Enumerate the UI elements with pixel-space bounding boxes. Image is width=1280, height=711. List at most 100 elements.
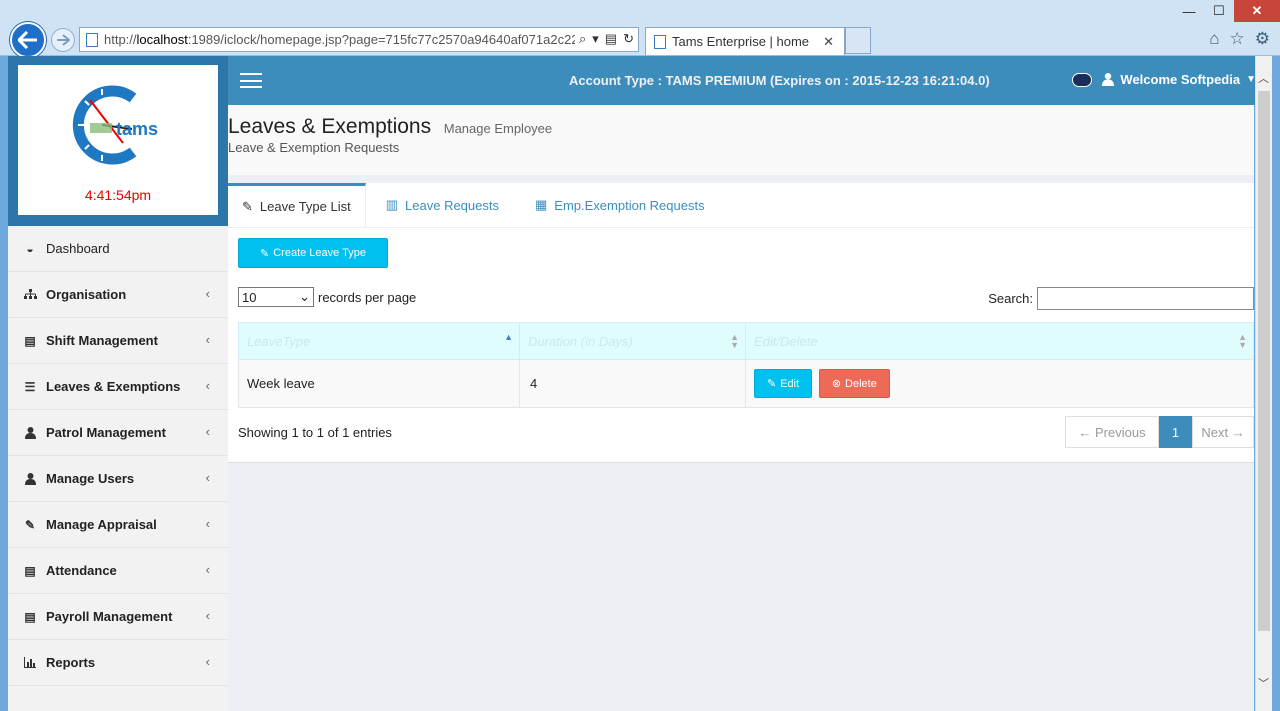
main-content: Leaves & Exemptions Manage Employee Leav…: [228, 105, 1254, 711]
tab-label: Emp.Exemption Requests: [554, 197, 705, 213]
chevron-down-icon[interactable]: ▾: [592, 31, 599, 47]
tab-leave-type-list[interactable]: ✎ Leave Type List: [228, 183, 366, 227]
sidebar: tams 4:41:54pm ◒ Dashboard Organisation …: [8, 56, 228, 711]
account-type: Account Type : TAMS PREMIUM (Expires on …: [569, 73, 990, 88]
delete-label: Delete: [845, 377, 877, 390]
gear-icon[interactable]: ⚙: [1255, 29, 1270, 49]
list-icon: ▤: [24, 563, 36, 578]
forward-button[interactable]: [51, 28, 75, 52]
star-icon[interactable]: ☆: [1230, 29, 1245, 49]
back-button[interactable]: [10, 22, 46, 58]
chevron-left-icon: ‹: [205, 286, 210, 301]
column-header-duration[interactable]: Duration (in Days) ▲ ▼: [519, 322, 746, 360]
page-subtitle: Manage Employee: [443, 121, 553, 136]
tab-emp-exemption-requests[interactable]: ▦ Emp.Exemption Requests: [513, 183, 719, 227]
column-header-leavetype[interactable]: LeaveType ▲: [238, 322, 520, 360]
sidebar-item-manage-appraisal[interactable]: ✎ Manage Appraisal ‹: [8, 502, 228, 548]
logo-text: tams: [116, 119, 158, 139]
address-bar[interactable]: http://localhost:1989/iclock/homepage.js…: [79, 27, 639, 52]
chevron-left-icon: ‹: [205, 424, 210, 439]
top-navbar: Account Type : TAMS PREMIUM (Expires on …: [228, 56, 1274, 105]
next-page-button[interactable]: Next →: [1192, 416, 1254, 448]
leave-type-table: LeaveType ▲ Duration (in Days) ▲ ▼ Edit/Del…: [238, 322, 1254, 408]
page-scrollbar[interactable]: ︿ ﹀: [1255, 56, 1272, 711]
table-header-row: LeaveType ▲ Duration (in Days) ▲ ▼ Edit/Del…: [238, 322, 1254, 360]
page-icon: [86, 32, 98, 47]
pencil-icon: ✎: [260, 247, 270, 260]
menu-toggle-icon[interactable]: [240, 73, 262, 88]
scroll-down-icon[interactable]: ﹀: [1258, 675, 1269, 691]
sidebar-item-label: Attendance: [46, 563, 117, 578]
window-controls: — ☐ ✕: [1174, 0, 1280, 22]
refresh-icon[interactable]: ↻: [623, 31, 634, 47]
pagination: ← Previous 1 Next →: [1065, 416, 1254, 448]
user-icon: [23, 426, 37, 439]
sort-icon: ▲ ▼: [1238, 332, 1247, 350]
list-icon: ▤: [24, 609, 36, 624]
tab-leave-requests[interactable]: ▥ Leave Requests: [366, 183, 513, 227]
bars-icon: ☰: [24, 379, 36, 394]
sidebar-item-attendance[interactable]: ▤ Attendance ‹: [8, 548, 228, 594]
minimize-icon[interactable]: —: [1174, 0, 1204, 22]
column-header-edit-delete[interactable]: Edit/Delete ▲ ▼: [745, 322, 1254, 360]
sidebar-item-reports[interactable]: Reports ‹: [8, 640, 228, 686]
sidebar-item-leaves-exemptions[interactable]: ☰ Leaves & Exemptions ‹: [8, 364, 228, 410]
new-tab-button[interactable]: [845, 27, 871, 54]
browser-icons: ⌂ ☆ ⚙: [1209, 29, 1270, 49]
sidebar-item-dashboard[interactable]: ◒ Dashboard: [8, 226, 228, 272]
delete-button[interactable]: ⊗ Delete: [818, 369, 890, 398]
sidebar-item-label: Payroll Management: [46, 609, 173, 624]
select-value: 10: [242, 289, 257, 305]
chevron-down-icon: ⌄: [299, 289, 310, 304]
records-per-page-label: records per page: [318, 289, 417, 305]
page-1-button[interactable]: 1: [1159, 416, 1192, 448]
sidebar-item-shift-management[interactable]: ▤ Shift Management ‹: [8, 318, 228, 364]
pencil-icon: ✎: [767, 378, 777, 390]
browser-tab[interactable]: Tams Enterprise | home ✕: [645, 27, 845, 55]
welcome-text: Welcome Softpedia: [1120, 72, 1241, 87]
close-icon[interactable]: ✕: [823, 34, 834, 50]
sidebar-item-organisation[interactable]: Organisation ‹: [8, 272, 228, 318]
sitemap-icon: [23, 289, 37, 301]
sidebar-item-label: Manage Users: [46, 471, 135, 486]
create-leave-type-button[interactable]: ✎ Create Leave Type: [238, 238, 388, 268]
search-icon[interactable]: ⌕: [579, 31, 586, 47]
sidebar-item-label: Manage Appraisal: [46, 517, 157, 532]
cell-duration: 4: [519, 359, 746, 408]
page-title: Leaves & Exemptions: [228, 115, 432, 138]
dashboard-icon: ◒: [26, 241, 34, 256]
chevron-left-icon: ‹: [205, 654, 210, 669]
scroll-thumb[interactable]: [1258, 91, 1270, 631]
sidebar-item-payroll-management[interactable]: ▤ Payroll Management ‹: [8, 594, 228, 640]
sidebar-item-label: Reports: [46, 655, 96, 670]
table-row: Week leave 4 ✎ Edit ⊗ Delete: [238, 359, 1254, 408]
clock-time: 4:41:54pm: [84, 187, 152, 203]
search-input[interactable]: [1037, 287, 1254, 310]
previous-page-button[interactable]: ← Previous: [1065, 416, 1159, 448]
sort-asc-icon: ▲: [504, 332, 513, 342]
records-per-page-select[interactable]: 10 ⌄: [238, 287, 314, 307]
url-host: localhost: [136, 32, 188, 47]
logo-panel: tams 4:41:54pm: [8, 56, 228, 226]
tams-logo: tams: [72, 85, 158, 165]
maximize-icon[interactable]: ☐: [1204, 0, 1234, 22]
bar-chart-icon: [23, 657, 37, 669]
chevron-left-icon: ‹: [205, 470, 210, 485]
barcode-icon: ▥: [385, 197, 399, 212]
content-header: Leaves & Exemptions Manage Employee Leav…: [228, 105, 1254, 175]
user-icon: [1102, 73, 1115, 86]
table-info: Showing 1 to 1 of 1 entries: [238, 425, 392, 440]
compat-icon[interactable]: ▤: [605, 31, 617, 47]
edit-label: Edit: [780, 377, 800, 390]
user-menu[interactable]: Welcome Softpedia ▼: [1072, 72, 1256, 87]
sidebar-item-label: Dashboard: [46, 241, 110, 256]
window-close-icon[interactable]: ✕: [1234, 0, 1280, 22]
sidebar-item-patrol-management[interactable]: Patrol Management ‹: [8, 410, 228, 456]
edit-button[interactable]: ✎ Edit: [754, 369, 813, 398]
home-icon[interactable]: ⌂: [1209, 29, 1219, 49]
sidebar-item-manage-users[interactable]: Manage Users ‹: [8, 456, 228, 502]
arrow-left-icon: [18, 31, 37, 49]
arrow-right-icon: [57, 34, 70, 46]
list-icon: ▤: [24, 333, 36, 348]
scroll-up-icon[interactable]: ︿: [1258, 70, 1269, 86]
